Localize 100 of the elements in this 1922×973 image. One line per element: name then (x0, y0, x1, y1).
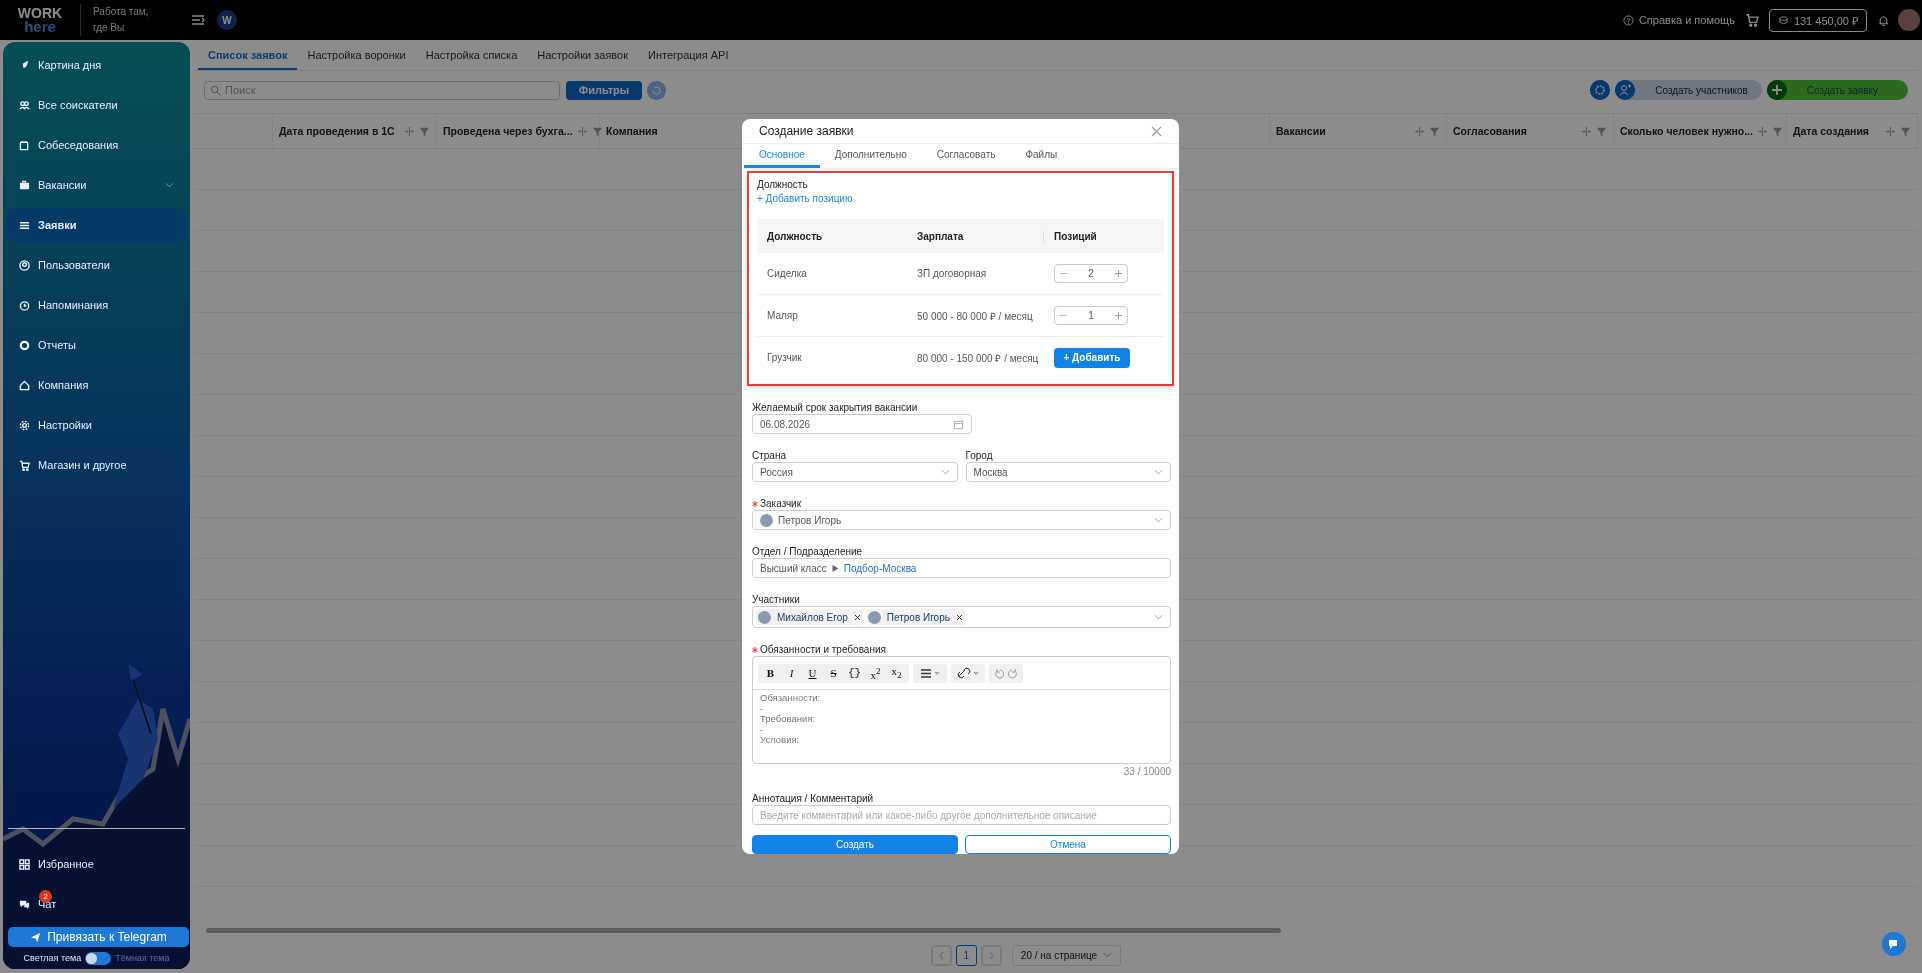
character-counter: 33 / 10000 (1122, 766, 1171, 777)
quantity-stepper[interactable]: 2 (1054, 264, 1128, 283)
theme-label: Светлая тема (23, 953, 82, 963)
cancel-button[interactable]: Отмена (965, 835, 1171, 854)
create-button[interactable]: Создать (752, 835, 958, 854)
select-field[interactable]: Москва (965, 462, 1171, 482)
format-button[interactable]: x$_{2}$ (886, 663, 907, 683)
resize-icon[interactable] (576, 125, 588, 137)
reset-icon[interactable] (647, 80, 666, 100)
filter-icon[interactable] (1596, 125, 1607, 137)
sidebar-item[interactable]: Собеседования (6, 128, 187, 162)
resize-icon[interactable] (1756, 125, 1768, 137)
date-field[interactable]: 06.08.2026 (752, 414, 972, 434)
grid-icon (19, 858, 30, 870)
remove-icon[interactable] (853, 613, 861, 621)
filter-icon[interactable] (591, 125, 603, 137)
resize-icon[interactable] (1581, 125, 1592, 137)
column-header[interactable]: Дата создания (1793, 125, 1881, 137)
page-size-select[interactable]: 20 / на странице (1011, 944, 1122, 966)
sidebar-item[interactable]: Отчеты (6, 328, 187, 362)
format-button[interactable]: U (802, 663, 823, 683)
sidebar-item[interactable]: Пользователи (6, 248, 187, 282)
tab[interactable]: Интеграция API (638, 42, 739, 70)
sidebar-item[interactable]: Напоминания (6, 288, 187, 322)
sidebar-item[interactable]: Настройки (6, 408, 187, 442)
select-field[interactable]: Высший класс Подбор-Москва (752, 558, 1171, 578)
filter-icon[interactable] (419, 125, 430, 137)
add-position-link[interactable]: + Добавить позицию (757, 192, 1164, 206)
column-header[interactable]: Согласования (1453, 125, 1577, 137)
bullet-list-icon[interactable] (913, 663, 947, 683)
column-header[interactable]: Проведена через бухга... (443, 125, 573, 137)
avatar[interactable] (1898, 9, 1920, 31)
field-label: Страна (752, 449, 786, 462)
avatar (867, 610, 881, 624)
sidebar-item[interactable]: Все соискатели (6, 88, 187, 122)
cart-icon[interactable] (1744, 13, 1759, 27)
field-label: Аннотация / Комментарий (752, 792, 874, 805)
plus-icon[interactable] (1115, 270, 1122, 277)
resize-icon[interactable] (1885, 125, 1896, 137)
tagline: Работа там, где Вы (80, 4, 153, 36)
bell-icon[interactable] (1877, 13, 1890, 27)
avatar (760, 513, 773, 527)
participant-chip[interactable]: Петров Игорь (865, 609, 965, 625)
format-button[interactable]: S (823, 663, 844, 683)
filter-icon[interactable] (1771, 125, 1783, 137)
link-icon[interactable] (951, 663, 985, 683)
sidebar-item[interactable]: Компания (6, 368, 187, 402)
tab[interactable]: Файлы (1010, 144, 1073, 168)
tab[interactable]: Дополнительно (819, 144, 922, 168)
sidebar-item[interactable]: Избранное (6, 847, 187, 881)
help-link[interactable]: Справка и помощь (1638, 14, 1735, 26)
filter-icon[interactable] (1429, 125, 1440, 137)
prev-page-icon[interactable] (930, 944, 952, 966)
plus-icon[interactable] (1115, 312, 1122, 319)
filter-icon[interactable] (1900, 125, 1911, 137)
column-header[interactable]: Дата проведения в 1С (279, 125, 400, 137)
format-button[interactable]: x$^{2}$ (865, 663, 886, 683)
settings-button[interactable] (1590, 80, 1611, 100)
tab[interactable]: Настройка списка (415, 42, 528, 70)
table-cell-text: ЗП договорная (916, 268, 988, 279)
menu-icon[interactable] (191, 13, 205, 27)
remove-icon[interactable] (955, 613, 963, 621)
chevron-down-icon (940, 469, 950, 475)
tab[interactable]: Настройки заявок (527, 42, 638, 70)
page-button[interactable]: 1 (955, 944, 977, 966)
participant-chip[interactable]: Михайлов Егор (756, 609, 863, 625)
theme-label: Тёмная тема (115, 953, 170, 963)
telegram-button[interactable]: Привязать к Telegram (8, 927, 189, 947)
editor-text: Обязанности: (760, 693, 822, 704)
resize-icon[interactable] (404, 125, 415, 137)
tab[interactable]: Согласовать (921, 144, 1011, 168)
sidebar-item[interactable]: Картина дня (6, 48, 187, 82)
field-label: Участники (752, 593, 800, 606)
minus-icon[interactable] (1060, 312, 1067, 319)
format-button[interactable]: I (781, 663, 802, 683)
column-header[interactable]: Сколько человек нужно... (1620, 125, 1753, 137)
column-header[interactable]: Вакансии (1276, 125, 1410, 137)
balance-button[interactable]: 131 450,00 ₽ (1768, 8, 1867, 32)
close-icon[interactable] (1151, 125, 1162, 137)
chevron-down-icon (1154, 517, 1163, 523)
resize-icon[interactable] (1414, 125, 1425, 137)
org-badge[interactable]: W (217, 10, 237, 30)
select-field[interactable]: Петров Игорь (752, 510, 1171, 530)
sidebar-item[interactable]: Вакансии (6, 168, 187, 202)
minus-icon[interactable] (1060, 270, 1067, 277)
format-button[interactable]: B (760, 663, 781, 683)
format-button[interactable]: {} (844, 663, 865, 683)
scrollbar[interactable] (206, 927, 1281, 933)
field-label: Город (965, 449, 993, 462)
sidebar-item[interactable]: Заявки (6, 208, 187, 242)
create-participants-button[interactable]: Создать участников (1615, 80, 1762, 100)
sidebar-item[interactable]: Магазин и другое (6, 448, 187, 482)
participants-field[interactable]: Михайлов Егор Петров Игорь (752, 606, 1171, 628)
select-field[interactable]: Россия (752, 462, 958, 482)
quantity-stepper[interactable]: 1 (1054, 306, 1128, 325)
text-editor[interactable]: B I U S {} x$^{2}$ x$_{2}$ Обязанности: - Требования: - Условия: (752, 656, 1171, 764)
tab[interactable]: Настройка воронки (297, 42, 416, 70)
next-page-icon[interactable] (980, 944, 1002, 966)
tab[interactable]: Основное (744, 144, 820, 168)
add-button[interactable]: + Добавить (1054, 347, 1130, 368)
